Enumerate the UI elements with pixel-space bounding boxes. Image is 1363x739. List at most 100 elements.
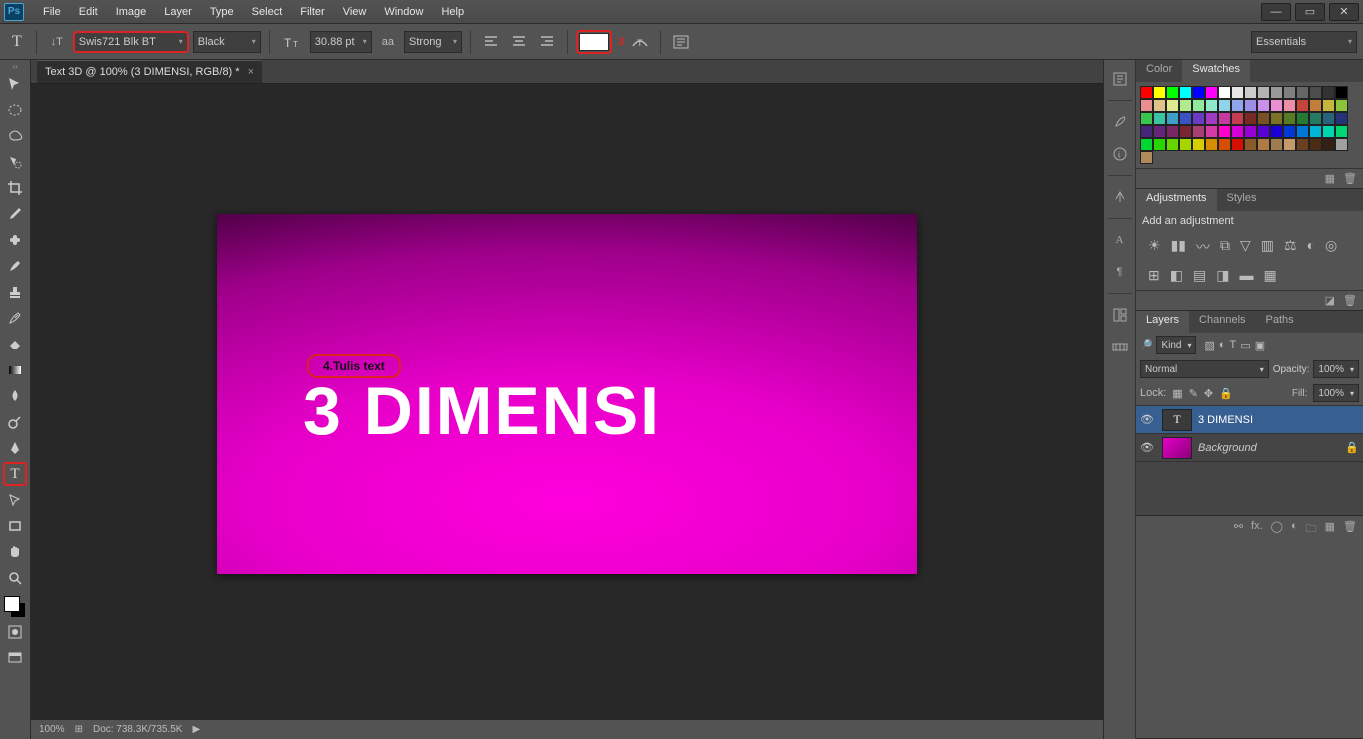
swatch-cell[interactable]	[1153, 99, 1166, 112]
antialias-dropdown[interactable]: Strong ▾	[404, 31, 462, 53]
filter-type-icon[interactable]: T	[1230, 339, 1237, 352]
swatch-cell[interactable]	[1140, 112, 1153, 125]
swatch-cell[interactable]	[1153, 138, 1166, 151]
vibrance-icon[interactable]: ▽	[1240, 237, 1251, 257]
align-center-button[interactable]	[507, 31, 531, 53]
quick-select-tool[interactable]	[3, 150, 27, 174]
swatch-cell[interactable]	[1192, 112, 1205, 125]
foreground-color[interactable]	[4, 596, 20, 612]
visibility-icon[interactable]: 👁	[1140, 413, 1156, 426]
bw-icon[interactable]: ◐	[1307, 237, 1315, 257]
lasso-tool[interactable]	[3, 124, 27, 148]
swatch-cell[interactable]	[1231, 125, 1244, 138]
align-right-button[interactable]	[535, 31, 559, 53]
new-adj-layer-icon[interactable]: ◐	[1291, 520, 1298, 539]
brush-tool[interactable]	[3, 254, 27, 278]
swatch-cell[interactable]	[1257, 125, 1270, 138]
swatch-cell[interactable]	[1179, 138, 1192, 151]
menu-help[interactable]: Help	[432, 3, 473, 21]
layer-name[interactable]: Background	[1198, 442, 1257, 454]
swatch-cell[interactable]	[1192, 99, 1205, 112]
timeline-icon[interactable]	[1107, 334, 1133, 360]
swatch-cell[interactable]	[1231, 99, 1244, 112]
shape-tool[interactable]	[3, 514, 27, 538]
swatch-cell[interactable]	[1205, 86, 1218, 99]
swatch-cell[interactable]	[1296, 86, 1309, 99]
layer-fx-icon[interactable]: fx.	[1251, 520, 1263, 539]
swatch-cell[interactable]	[1231, 138, 1244, 151]
eyedropper-tool[interactable]	[3, 202, 27, 226]
swatch-cell[interactable]	[1270, 112, 1283, 125]
paragraph-panel-icon[interactable]: ¶	[1107, 259, 1133, 285]
layers-tab[interactable]: Layers	[1136, 311, 1189, 333]
swatch-cell[interactable]	[1218, 99, 1231, 112]
history-brush-tool[interactable]	[3, 306, 27, 330]
delete-swatch-icon[interactable]: 🗑	[1343, 172, 1357, 185]
filter-smart-icon[interactable]: ▣	[1255, 339, 1265, 352]
align-left-button[interactable]	[479, 31, 503, 53]
lock-pixels-icon[interactable]: ✎	[1189, 387, 1198, 400]
toolbar-collapse[interactable]: ››	[0, 62, 30, 70]
swatch-cell[interactable]	[1140, 138, 1153, 151]
visibility-icon[interactable]: 👁	[1140, 441, 1156, 454]
swatch-cell[interactable]	[1335, 99, 1348, 112]
swatch-cell[interactable]	[1309, 138, 1322, 151]
swatch-cell[interactable]	[1335, 112, 1348, 125]
zoom-tool[interactable]	[3, 566, 27, 590]
swatch-cell[interactable]	[1270, 86, 1283, 99]
quick-mask-button[interactable]	[3, 620, 27, 644]
filter-shape-icon[interactable]: ▭	[1240, 339, 1250, 352]
filter-pixel-icon[interactable]: ▧	[1204, 339, 1214, 352]
swatch-cell[interactable]	[1244, 99, 1257, 112]
adj-delete-icon[interactable]: 🗑	[1343, 294, 1357, 307]
swatch-cell[interactable]	[1205, 138, 1218, 151]
close-tab-icon[interactable]: ×	[248, 66, 254, 78]
swatch-cell[interactable]	[1153, 86, 1166, 99]
curves-icon[interactable]: 〰	[1196, 237, 1210, 257]
screen-mode-button[interactable]	[3, 646, 27, 670]
photo-filter-icon[interactable]: ◎	[1325, 237, 1337, 257]
layer-name[interactable]: 3 DIMENSI	[1198, 414, 1253, 426]
color-swatches[interactable]	[4, 596, 26, 618]
swatch-cell[interactable]	[1322, 125, 1335, 138]
pen-tool[interactable]	[3, 436, 27, 460]
font-size-dropdown[interactable]: 30.88 pt ▾	[310, 31, 372, 53]
swatch-cell[interactable]	[1244, 112, 1257, 125]
swatch-cell[interactable]	[1283, 86, 1296, 99]
swatch-cell[interactable]	[1218, 138, 1231, 151]
swatch-cell[interactable]	[1322, 86, 1335, 99]
swatch-cell[interactable]	[1296, 99, 1309, 112]
text-layer-content[interactable]: 3 DIMENSI	[303, 372, 661, 450]
status-arrow-icon[interactable]: ▶	[192, 724, 200, 735]
paths-tab[interactable]: Paths	[1256, 311, 1304, 333]
swatch-cell[interactable]	[1335, 125, 1348, 138]
mini-bridge-icon[interactable]	[1107, 302, 1133, 328]
swatch-cell[interactable]	[1192, 138, 1205, 151]
menu-filter[interactable]: Filter	[291, 3, 333, 21]
swatch-cell[interactable]	[1244, 125, 1257, 138]
new-swatch-icon[interactable]: ▦	[1325, 172, 1335, 185]
swatches-tab[interactable]: Swatches	[1182, 60, 1250, 82]
text-orientation-button[interactable]: ↓T	[45, 31, 69, 53]
swatch-cell[interactable]	[1309, 86, 1322, 99]
blend-mode-dropdown[interactable]: Normal▾	[1140, 360, 1269, 378]
swatch-cell[interactable]	[1205, 125, 1218, 138]
healing-tool[interactable]	[3, 228, 27, 252]
swatch-cell[interactable]	[1257, 99, 1270, 112]
styles-tab[interactable]: Styles	[1217, 189, 1267, 211]
path-select-tool[interactable]	[3, 488, 27, 512]
hue-icon[interactable]: ▥	[1261, 237, 1274, 257]
gradient-tool[interactable]	[3, 358, 27, 382]
menu-file[interactable]: File	[34, 3, 70, 21]
menu-select[interactable]: Select	[243, 3, 292, 21]
swatch-cell[interactable]	[1166, 138, 1179, 151]
swatch-cell[interactable]	[1218, 86, 1231, 99]
stamp-tool[interactable]	[3, 280, 27, 304]
swatch-cell[interactable]	[1231, 86, 1244, 99]
menu-layer[interactable]: Layer	[155, 3, 201, 21]
swatch-cell[interactable]	[1283, 99, 1296, 112]
info-panel-icon[interactable]: i	[1107, 141, 1133, 167]
posterize-icon[interactable]: ▤	[1193, 267, 1206, 284]
blur-tool[interactable]	[3, 384, 27, 408]
text-color-button[interactable]	[576, 30, 612, 54]
